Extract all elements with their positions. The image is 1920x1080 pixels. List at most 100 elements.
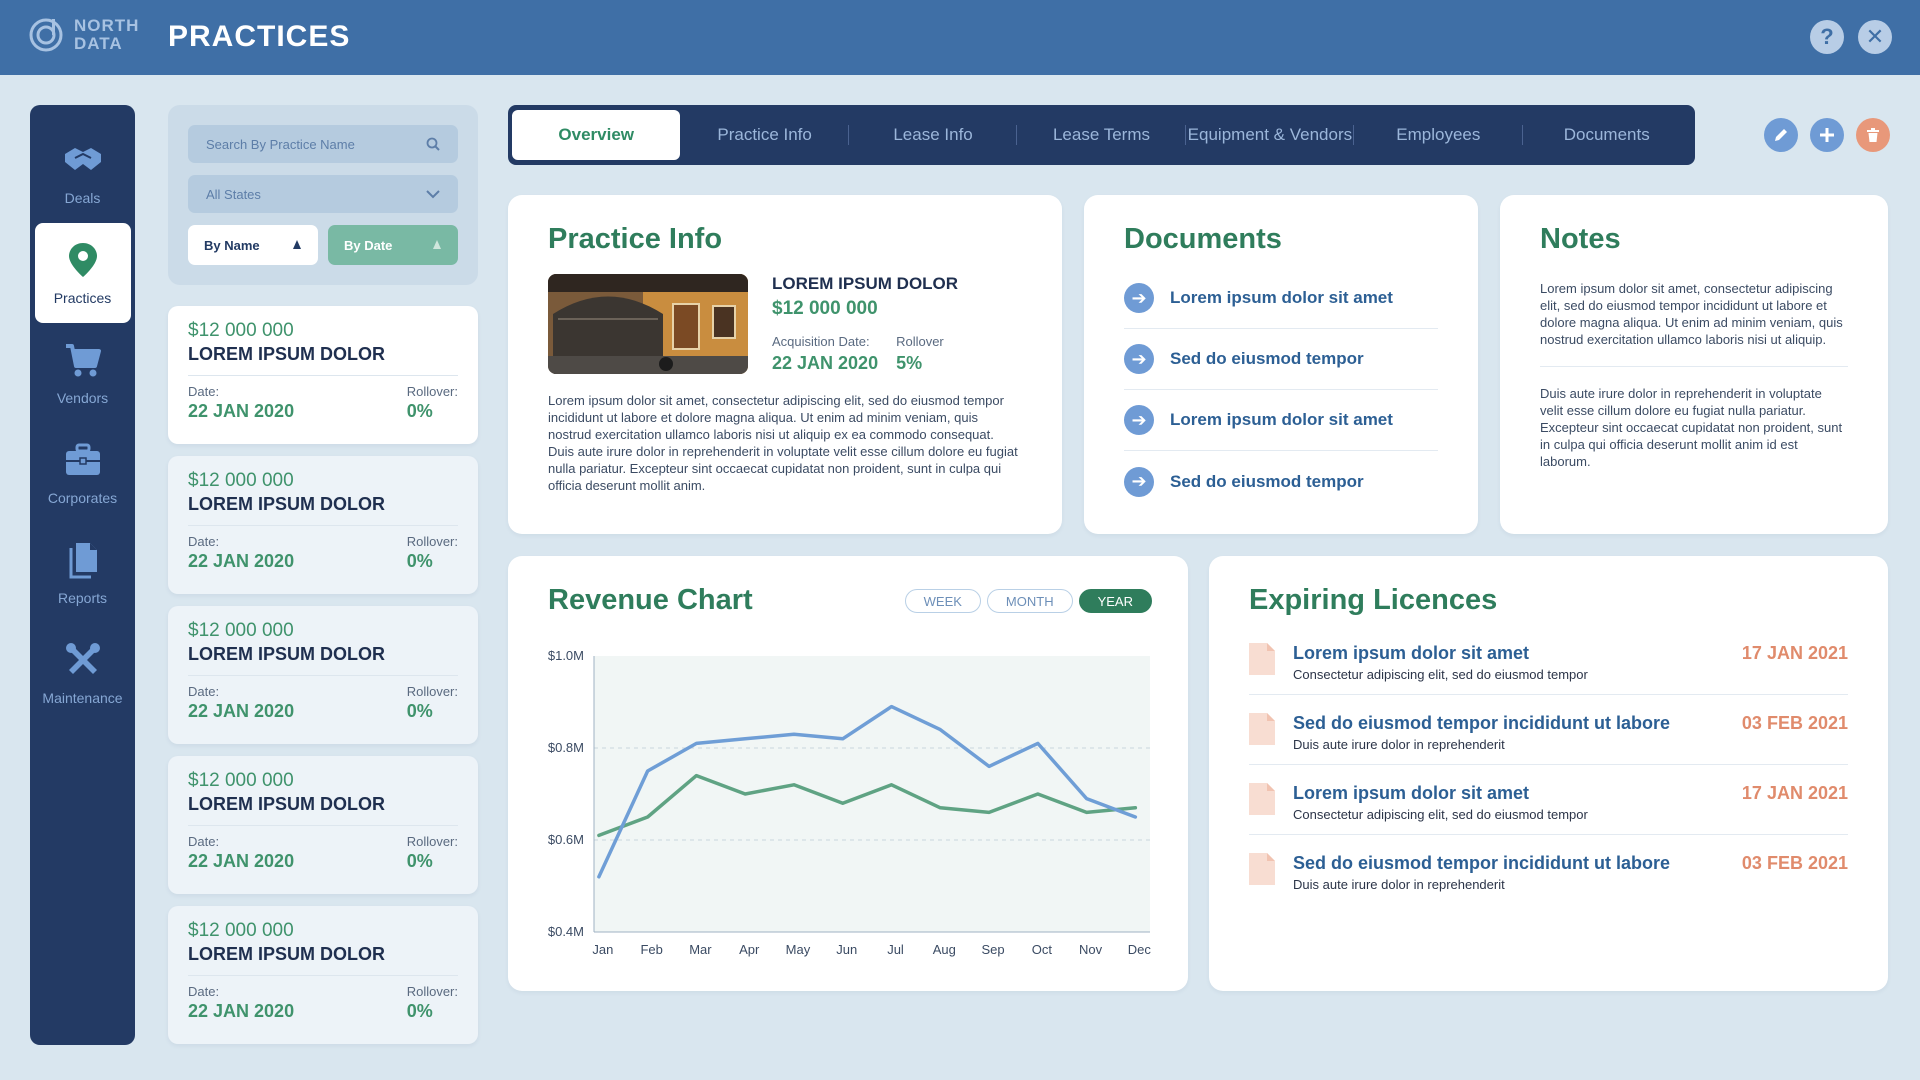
date-label: Date: [188, 684, 220, 699]
x-tick-label: Nov [1079, 942, 1103, 957]
practice-card[interactable]: $12 000 000 LOREM IPSUM DOLOR Date: 22 JA… [168, 906, 478, 1044]
practice-meta: Date: 22 JAN 2020 Rollover: 0% [188, 534, 458, 572]
notes-panel: Notes Lorem ipsum dolor sit amet, consec… [1500, 195, 1888, 534]
sidebar-item-practices[interactable]: Practices [34, 223, 131, 323]
tab-lease-info[interactable]: Lease Info [849, 110, 1018, 160]
practice-photo-image [548, 274, 748, 374]
practice-amount: $12 000 000 [188, 320, 294, 341]
sidebar-item-corporates[interactable]: Corporates [35, 423, 131, 523]
practice-amount: $12 000 000 [188, 770, 294, 791]
file-icon [1249, 783, 1275, 815]
states-select[interactable]: All States [188, 175, 458, 213]
sort-row: By Name By Date [188, 225, 458, 265]
tab-lease-terms[interactable]: Lease Terms [1017, 110, 1187, 160]
rollover-value: 5% [896, 353, 923, 373]
expiring-licences-title: Expiring Licences [1249, 584, 1498, 616]
tab-bar: Overview Practice Info Lease Info Lease … [508, 105, 1695, 165]
document-link[interactable]: ➔ Sed do eiusmod tempor [1124, 329, 1438, 390]
sort-icon [293, 240, 301, 249]
search-input[interactable]: Search By Practice Name [188, 125, 458, 163]
revenue-line-chart: $0.4M $0.6M $0.8M $1.0M Jan Feb Mar Apr May Jun Ju… [548, 648, 1152, 957]
period-month-button[interactable]: MONTH [986, 589, 1073, 613]
add-button[interactable] [1810, 118, 1844, 152]
tab-documents[interactable]: Documents [1523, 110, 1691, 160]
practice-amount: $12 000 000 [188, 470, 294, 491]
practice-card[interactable]: $12 000 000 LOREM IPSUM DOLOR Date: 22 JA… [168, 456, 478, 594]
sidebar-item-maintenance[interactable]: Maintenance [35, 623, 131, 723]
sort-by-name-button[interactable]: By Name [188, 225, 318, 265]
close-button[interactable]: ✕ [1858, 20, 1892, 54]
x-tick-label: Apr [739, 942, 760, 957]
divider [188, 525, 458, 526]
licence-date: 03 FEB 2021 [1741, 713, 1848, 733]
licence-subtitle: Duis aute irure dolor in reprehenderit [1293, 737, 1505, 752]
practice-info-panel: Practice Info LOREM IPSUM DOLOR $12 000 … [508, 195, 1062, 534]
document-link[interactable]: ➔ Sed do eiusmod tempor [1124, 451, 1438, 512]
licence-subtitle: Consectetur adipiscing elit, sed do eius… [1293, 667, 1588, 682]
documents-list: ➔ Lorem ipsum dolor sit amet ➔ Sed do ei… [1124, 268, 1438, 512]
expiring-licences-panel: Expiring Licences Lorem ipsum dolor sit … [1209, 556, 1888, 991]
cart-icon [65, 344, 101, 377]
period-week-button[interactable]: WEEK [904, 589, 981, 613]
divider [1540, 366, 1848, 367]
practice-amount: $12 000 000 [188, 620, 294, 641]
practice-name: LOREM IPSUM DOLOR [188, 344, 385, 364]
x-tick-label: Jun [836, 942, 857, 957]
tab-employees[interactable]: Employees [1354, 110, 1523, 160]
licence-row[interactable]: Sed do eiusmod tempor incididunt ut labo… [1249, 835, 1848, 904]
licence-row[interactable]: Sed do eiusmod tempor incididunt ut labo… [1249, 695, 1848, 765]
help-button[interactable]: ? [1810, 20, 1844, 54]
practice-card[interactable]: $12 000 000 LOREM IPSUM DOLOR Date: 22 JA… [168, 756, 478, 894]
document-link[interactable]: ➔ Lorem ipsum dolor sit amet [1124, 268, 1438, 329]
licence-title: Lorem ipsum dolor sit amet [1293, 783, 1530, 803]
date-value: 22 JAN 2020 [188, 851, 295, 871]
date-label: Date: [188, 534, 220, 549]
documents-title: Documents [1124, 223, 1282, 255]
logo[interactable]: NORTH DATA [28, 17, 139, 53]
arrow-right-icon: ➔ [1124, 344, 1154, 374]
sidebar-item-label: Maintenance [42, 690, 123, 706]
file-icon [1249, 853, 1275, 885]
document-link[interactable]: ➔ Lorem ipsum dolor sit amet [1124, 390, 1438, 451]
y-tick-label: $1.0M [548, 648, 584, 663]
practice-card[interactable]: $12 000 000 LOREM IPSUM DOLOR Date: 22 JA… [168, 606, 478, 744]
tab-overview[interactable]: Overview [512, 110, 681, 160]
note-text: Lorem ipsum dolor sit amet, consectetur … [1540, 281, 1843, 347]
sidebar-item-reports[interactable]: Reports [35, 523, 131, 623]
period-year-button[interactable]: YEAR [1078, 589, 1152, 613]
edit-button[interactable] [1764, 118, 1798, 152]
document-label: Sed do eiusmod tempor [1170, 349, 1364, 368]
date-label: Date: [188, 834, 220, 849]
practice-photo [548, 274, 748, 374]
divider [188, 975, 458, 976]
licence-list: Lorem ipsum dolor sit amet Consectetur a… [1249, 625, 1848, 904]
y-tick-label: $0.6M [548, 832, 584, 847]
licence-row[interactable]: Lorem ipsum dolor sit amet Consectetur a… [1249, 625, 1848, 695]
tab-equipment-vendors[interactable]: Equipment & Vendors [1186, 110, 1355, 160]
practice-card[interactable]: $12 000 000 LOREM IPSUM DOLOR Date: 22 JA… [168, 306, 478, 444]
rollover-label: Rollover: [406, 984, 458, 999]
licence-date: 17 JAN 2021 [1741, 783, 1848, 803]
practice-info-amount: $12 000 000 [772, 298, 878, 319]
x-tick-label: Jul [887, 942, 904, 957]
x-tick-label: Mar [689, 942, 712, 957]
document-label: Lorem ipsum dolor sit amet [1170, 410, 1393, 429]
rollover-value: 0% [406, 401, 433, 421]
practice-info-details: LOREM IPSUM DOLOR $12 000 000 Acquisitio… [772, 274, 958, 374]
date-value: 22 JAN 2020 [188, 701, 295, 721]
sidebar-item-label: Corporates [47, 490, 118, 506]
briefcase-icon [65, 443, 100, 475]
sidebar-item-deals[interactable]: Deals [35, 123, 131, 223]
licence-row[interactable]: Lorem ipsum dolor sit amet Consectetur a… [1249, 765, 1848, 835]
date-label: Date: [188, 984, 220, 999]
logo-icon [29, 18, 63, 52]
delete-button[interactable] [1856, 118, 1890, 152]
licence-details: Lorem ipsum dolor sit amet Consectetur a… [1293, 643, 1724, 682]
top-actions: ? ✕ [1810, 20, 1892, 54]
arrow-right-icon: ➔ [1124, 466, 1154, 497]
tab-practice-info[interactable]: Practice Info [680, 110, 850, 160]
sidebar-item-label: Reports [57, 590, 108, 606]
practice-name: LOREM IPSUM DOLOR [188, 494, 385, 514]
sort-by-date-button[interactable]: By Date [328, 225, 458, 265]
sidebar-item-vendors[interactable]: Vendors [35, 323, 131, 423]
